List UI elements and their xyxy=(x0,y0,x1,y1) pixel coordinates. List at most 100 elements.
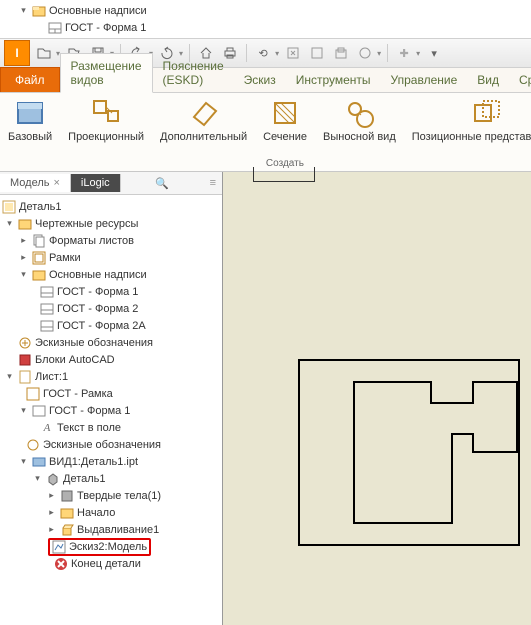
acad-icon xyxy=(18,353,32,367)
tree-sheet1[interactable]: ▾Лист:1 xyxy=(0,368,222,385)
qat-icon-4[interactable] xyxy=(331,43,351,63)
browser-tab-model[interactable]: Модель× xyxy=(0,174,71,192)
tree-tb2a[interactable]: ГОСТ - Форма 2А xyxy=(0,317,222,334)
file-tab[interactable]: Файл xyxy=(0,67,60,92)
frame-icon xyxy=(26,387,40,401)
folder-icon xyxy=(18,217,32,231)
sketch-symbol-icon xyxy=(26,438,40,452)
expand-icon[interactable]: ▸ xyxy=(46,507,57,518)
frame-icon xyxy=(32,251,46,265)
collapse-icon[interactable]: ▾ xyxy=(32,473,43,484)
solid-icon xyxy=(60,489,74,503)
tree-part1[interactable]: ▾Деталь1 xyxy=(0,470,222,487)
tree-solids[interactable]: ▸Твердые тела(1) xyxy=(0,487,222,504)
ribbon-group-create: Базовый Проекционный Дополнительный Сече… xyxy=(0,93,531,171)
expand-icon[interactable]: ▸ xyxy=(18,252,29,263)
tree-root[interactable]: Деталь1 xyxy=(0,198,222,215)
tree-view1[interactable]: ▾ВИД1:Деталь1.ipt xyxy=(0,453,222,470)
overlay-view-button[interactable]: Позиционные представления xyxy=(412,97,531,143)
qat-icon-2[interactable] xyxy=(283,43,303,63)
model-browser: Модель× iLogic 🔍 ≡ Деталь1 ▾Чертежные ре… xyxy=(0,172,223,625)
add-icon[interactable]: ✚ xyxy=(394,43,414,63)
browser-tabs: Модель× iLogic 🔍 ≡ xyxy=(0,172,222,195)
detail-view-button[interactable]: Выносной вид xyxy=(323,97,396,143)
tab-views[interactable]: Размещение видов xyxy=(60,53,153,93)
tab-manage[interactable]: Управление xyxy=(381,68,468,92)
tree-gost-frame[interactable]: ГОСТ - Рамка xyxy=(0,385,222,402)
collapse-icon[interactable]: ▾ xyxy=(18,269,29,280)
tree-tb2[interactable]: ГОСТ - Форма 2 xyxy=(0,300,222,317)
titleblock-icon xyxy=(40,302,54,316)
tree-sketch2[interactable]: Эскиз2:Модель xyxy=(0,538,222,555)
tree-extrude[interactable]: ▸Выдавливание1 xyxy=(0,521,222,538)
browser-tab-ilogic[interactable]: iLogic xyxy=(71,174,121,192)
extrude-icon xyxy=(60,523,74,537)
open-icon[interactable] xyxy=(34,43,54,63)
tree-origin[interactable]: ▸Начало xyxy=(0,504,222,521)
title-block-fragment xyxy=(253,167,315,182)
titleblock-icon xyxy=(48,21,62,35)
tab-env[interactable]: Сред xyxy=(509,68,531,92)
expand-icon[interactable]: ▸ xyxy=(46,490,57,501)
tree-fragment-top: ▾ Основные надписи ГОСТ - Форма 1 xyxy=(0,0,531,39)
base-view-button[interactable]: Базовый xyxy=(8,97,52,143)
browser-tree: Деталь1 ▾Чертежные ресурсы ▸Форматы лист… xyxy=(0,195,222,625)
tab-view[interactable]: Вид xyxy=(467,68,509,92)
workspace: Модель× iLogic 🔍 ≡ Деталь1 ▾Чертежные ре… xyxy=(0,172,531,625)
sketch-icon xyxy=(52,540,66,554)
close-icon[interactable]: × xyxy=(53,177,59,189)
projected-view-button[interactable]: Проекционный xyxy=(68,97,144,143)
tree-sheet-formats[interactable]: ▸Форматы листов xyxy=(0,232,222,249)
view-icon xyxy=(32,455,46,469)
titleblock-icon xyxy=(32,404,46,418)
collapse-icon[interactable]: ▾ xyxy=(18,405,29,416)
qat-icon-1[interactable]: ⟲ xyxy=(253,43,273,63)
search-icon[interactable]: 🔍 xyxy=(155,177,169,190)
aux-view-button[interactable]: Дополнительный xyxy=(160,97,247,143)
tree-label: ГОСТ - Форма 1 xyxy=(65,22,146,34)
tree-frames[interactable]: ▸Рамки xyxy=(0,249,222,266)
section-view-button[interactable]: Сечение xyxy=(263,97,307,143)
tree-label: Основные надписи xyxy=(49,5,147,17)
collapse-icon[interactable]: ▾ xyxy=(18,5,29,16)
qat-icon-5[interactable] xyxy=(355,43,375,63)
qat-icon-3[interactable] xyxy=(307,43,327,63)
tree-sketch-symbols[interactable]: Эскизные обозначения xyxy=(0,334,222,351)
end-icon xyxy=(54,557,68,571)
tree-drawing-resources[interactable]: ▾Чертежные ресурсы xyxy=(0,215,222,232)
drawing-view-outline xyxy=(297,358,521,548)
titleblock-icon xyxy=(40,285,54,299)
folder-icon xyxy=(32,268,46,282)
origin-icon xyxy=(60,506,74,520)
drawing-icon xyxy=(2,200,16,214)
text-icon: A xyxy=(40,421,54,435)
menu-icon[interactable]: ≡ xyxy=(210,177,216,189)
sketch-symbol-icon xyxy=(18,336,32,350)
tree-row-child[interactable]: ГОСТ - Форма 1 xyxy=(18,19,531,36)
tree-title-blocks[interactable]: ▾Основные надписи xyxy=(0,266,222,283)
tab-sketch[interactable]: Эскиз xyxy=(234,68,286,92)
sheets-icon xyxy=(32,234,46,248)
tree-text-field[interactable]: AТекст в поле xyxy=(0,419,222,436)
folder-icon xyxy=(32,4,46,18)
app-menu-button[interactable]: I xyxy=(4,40,30,66)
tree-row-parent[interactable]: ▾ Основные надписи xyxy=(18,2,531,19)
expand-icon[interactable]: ▸ xyxy=(18,235,29,246)
expand-icon[interactable]: ▸ xyxy=(46,524,57,535)
tab-annotate[interactable]: Пояснение (ESKD) xyxy=(153,54,234,92)
tab-tools[interactable]: Инструменты xyxy=(286,68,381,92)
tree-end-of-part[interactable]: Конец детали xyxy=(0,555,222,572)
tree-autocad-blocks[interactable]: Блоки AutoCAD xyxy=(0,351,222,368)
titleblock-icon xyxy=(40,319,54,333)
ribbon-tabs: Файл Размещение видов Пояснение (ESKD) Э… xyxy=(0,68,531,93)
drawing-canvas[interactable] xyxy=(223,172,531,625)
tree-sketch-symbols2[interactable]: Эскизные обозначения xyxy=(0,436,222,453)
tree-tb1[interactable]: ГОСТ - Форма 1 xyxy=(0,283,222,300)
tree-form1[interactable]: ▾ГОСТ - Форма 1 xyxy=(0,402,222,419)
collapse-icon[interactable]: ▾ xyxy=(4,218,15,229)
part-icon xyxy=(46,472,60,486)
more-icon[interactable]: ▾ xyxy=(424,43,444,63)
collapse-icon[interactable]: ▾ xyxy=(18,456,29,467)
ribbon: Базовый Проекционный Дополнительный Сече… xyxy=(0,93,531,172)
collapse-icon[interactable]: ▾ xyxy=(4,371,15,382)
